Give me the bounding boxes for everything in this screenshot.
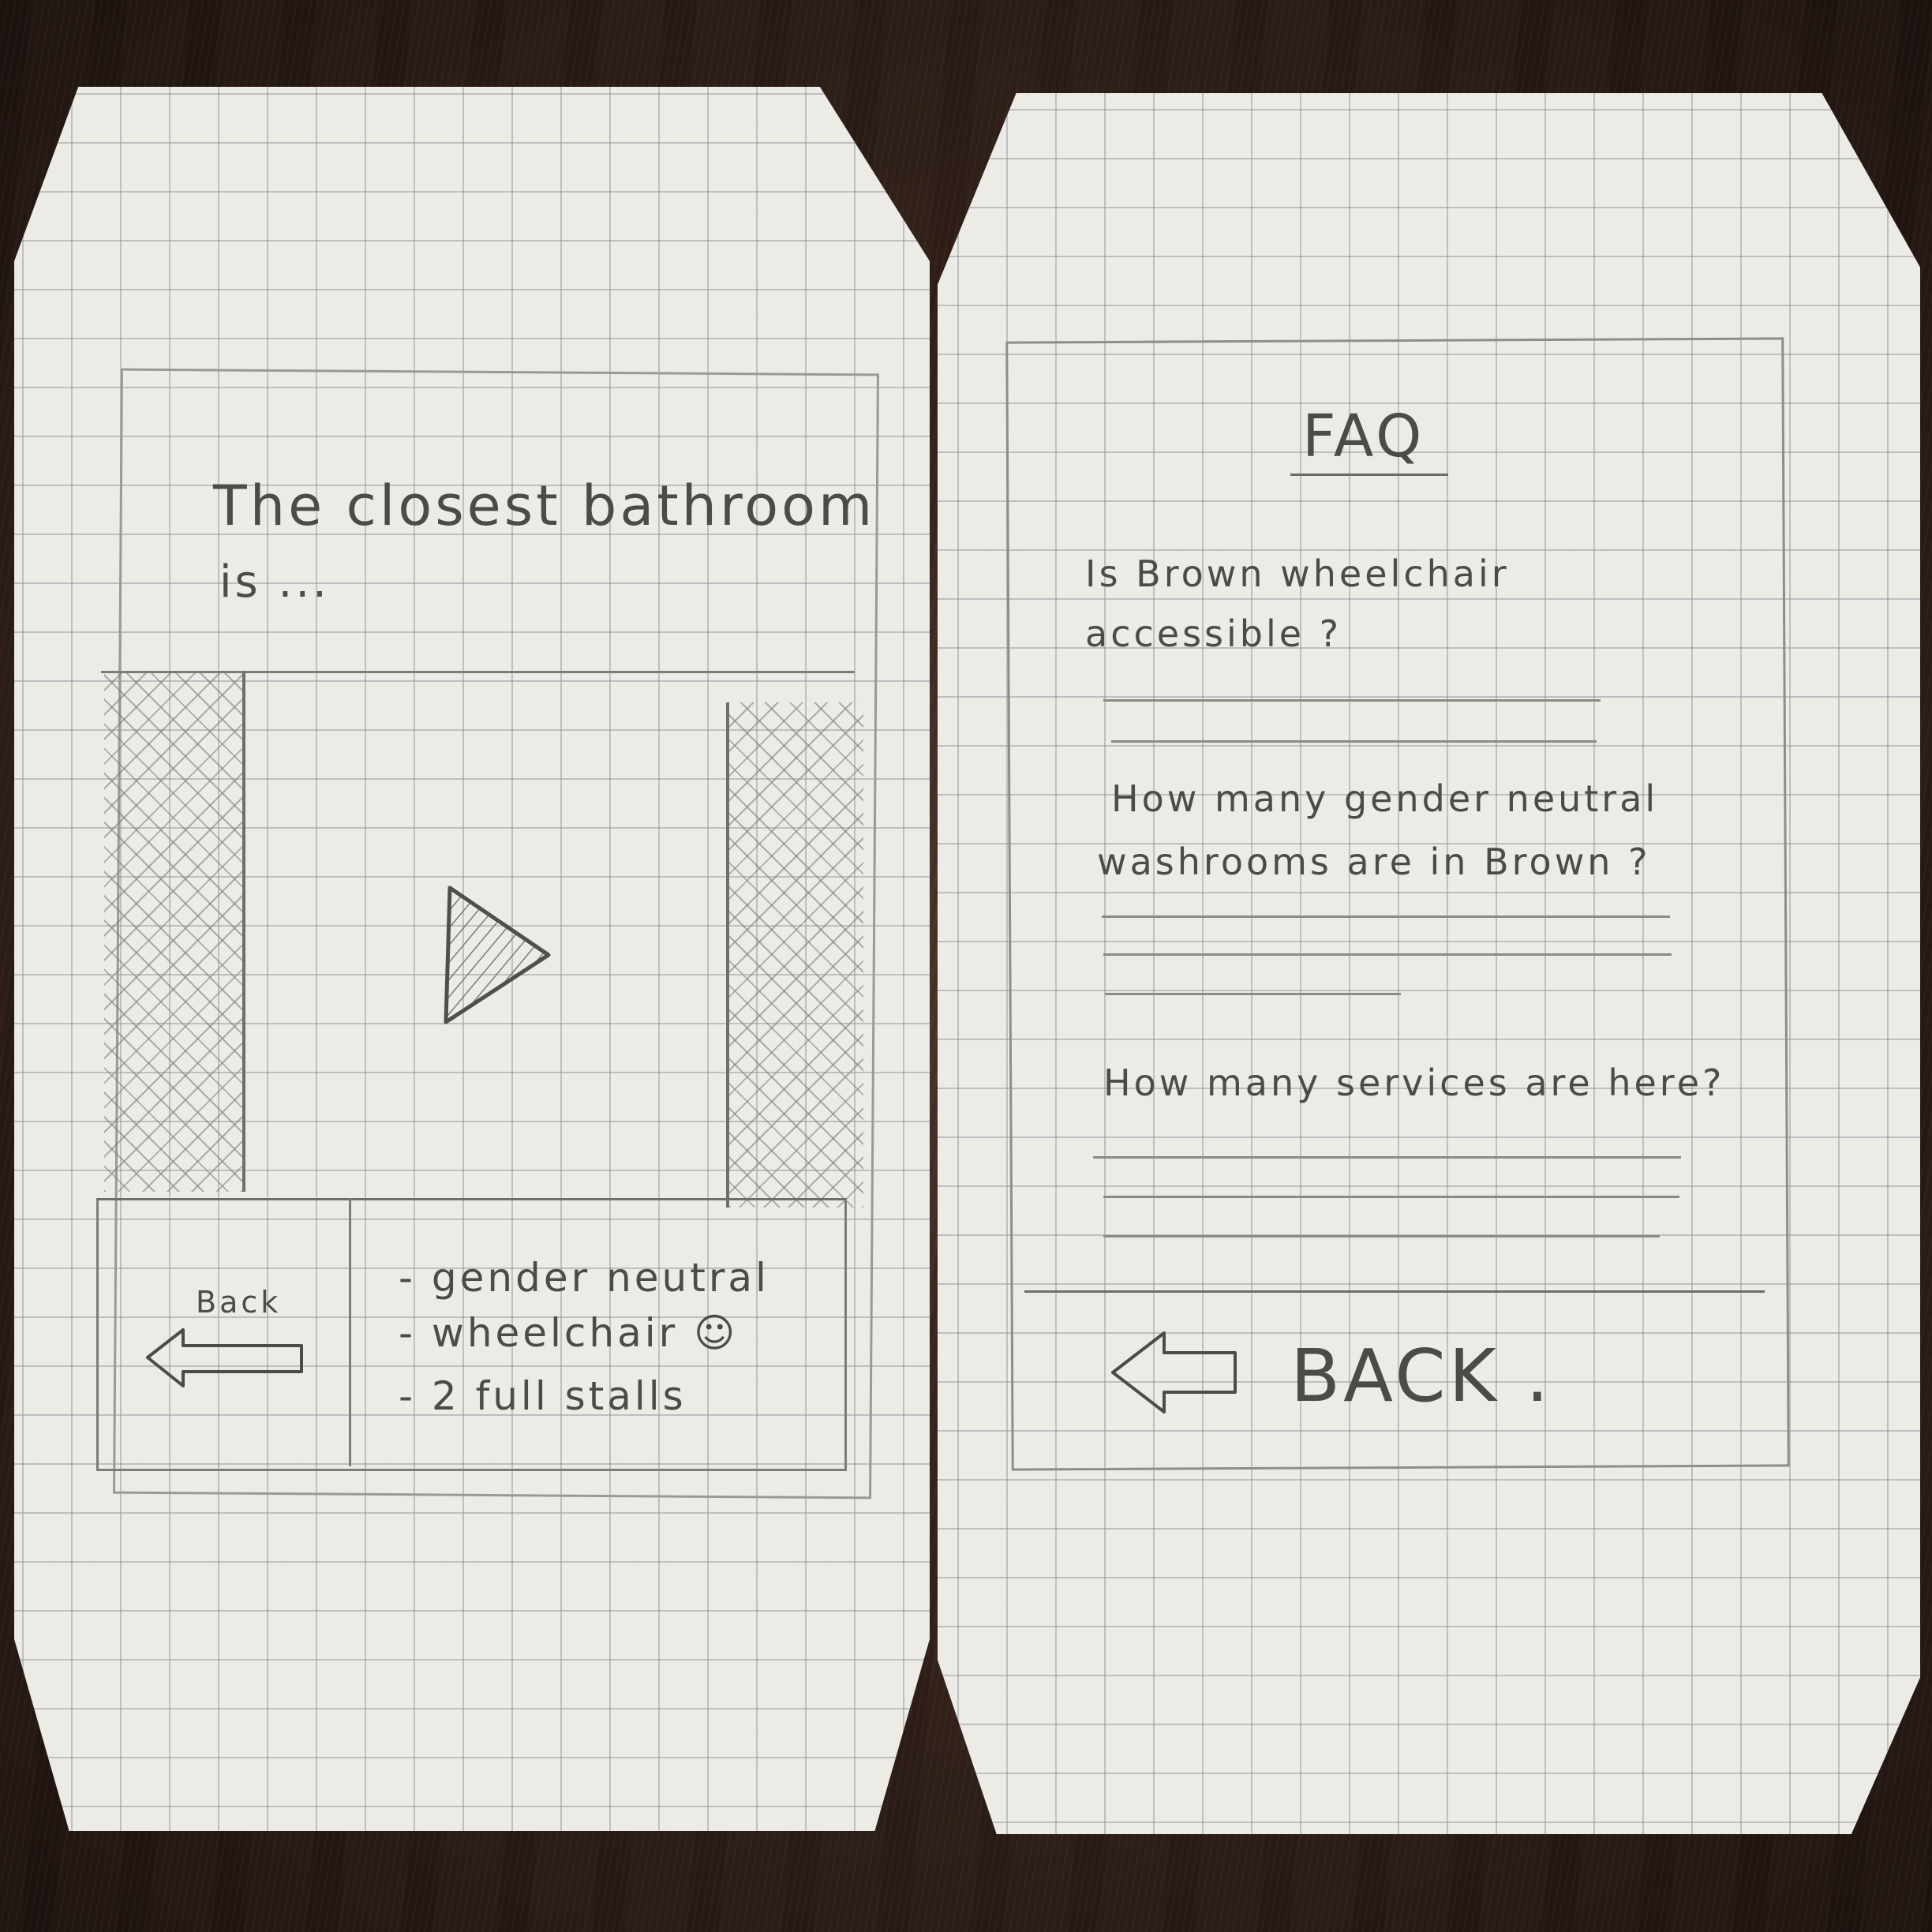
left-arrow-icon xyxy=(1111,1331,1237,1413)
faq-question: How many gender neutral xyxy=(1111,777,1659,820)
play-triangle-icon[interactable] xyxy=(442,884,552,1026)
faq-question: accessible ? xyxy=(1085,612,1342,655)
faq-answer-line xyxy=(1105,993,1401,995)
faq-answer-line xyxy=(1103,1235,1660,1237)
faq-answer-line xyxy=(1103,953,1672,956)
faq-question: washrooms are in Brown ? xyxy=(1097,841,1651,883)
feature-item: - gender neutral xyxy=(399,1255,769,1301)
faq-answer-line xyxy=(1102,915,1670,918)
left-arrow-icon xyxy=(146,1328,303,1387)
faq-question: Is Brown wheelchair xyxy=(1085,552,1510,595)
back-button-label: Back xyxy=(196,1285,282,1320)
faq-answer-line xyxy=(1103,699,1601,702)
map-building-right xyxy=(726,702,863,1208)
footer-divider xyxy=(1024,1290,1765,1293)
faq-answer-line xyxy=(1093,1156,1681,1159)
screen-title: The closest bathroom xyxy=(213,474,876,538)
faq-title: FAQ xyxy=(1302,402,1425,470)
screen-title-continued: is ... xyxy=(219,556,330,608)
faq-title-underline xyxy=(1290,474,1448,476)
faq-answer-line xyxy=(1103,1196,1679,1198)
faq-question: How many services are here? xyxy=(1103,1061,1725,1104)
faq-back-label: BACK . xyxy=(1290,1334,1552,1418)
feature-item: - wheelchair ☺ xyxy=(399,1310,739,1356)
map-building-left xyxy=(104,671,245,1192)
feature-item: - 2 full stalls xyxy=(399,1373,687,1419)
faq-answer-line xyxy=(1111,740,1597,743)
phone-screen-frame xyxy=(1005,337,1790,1471)
